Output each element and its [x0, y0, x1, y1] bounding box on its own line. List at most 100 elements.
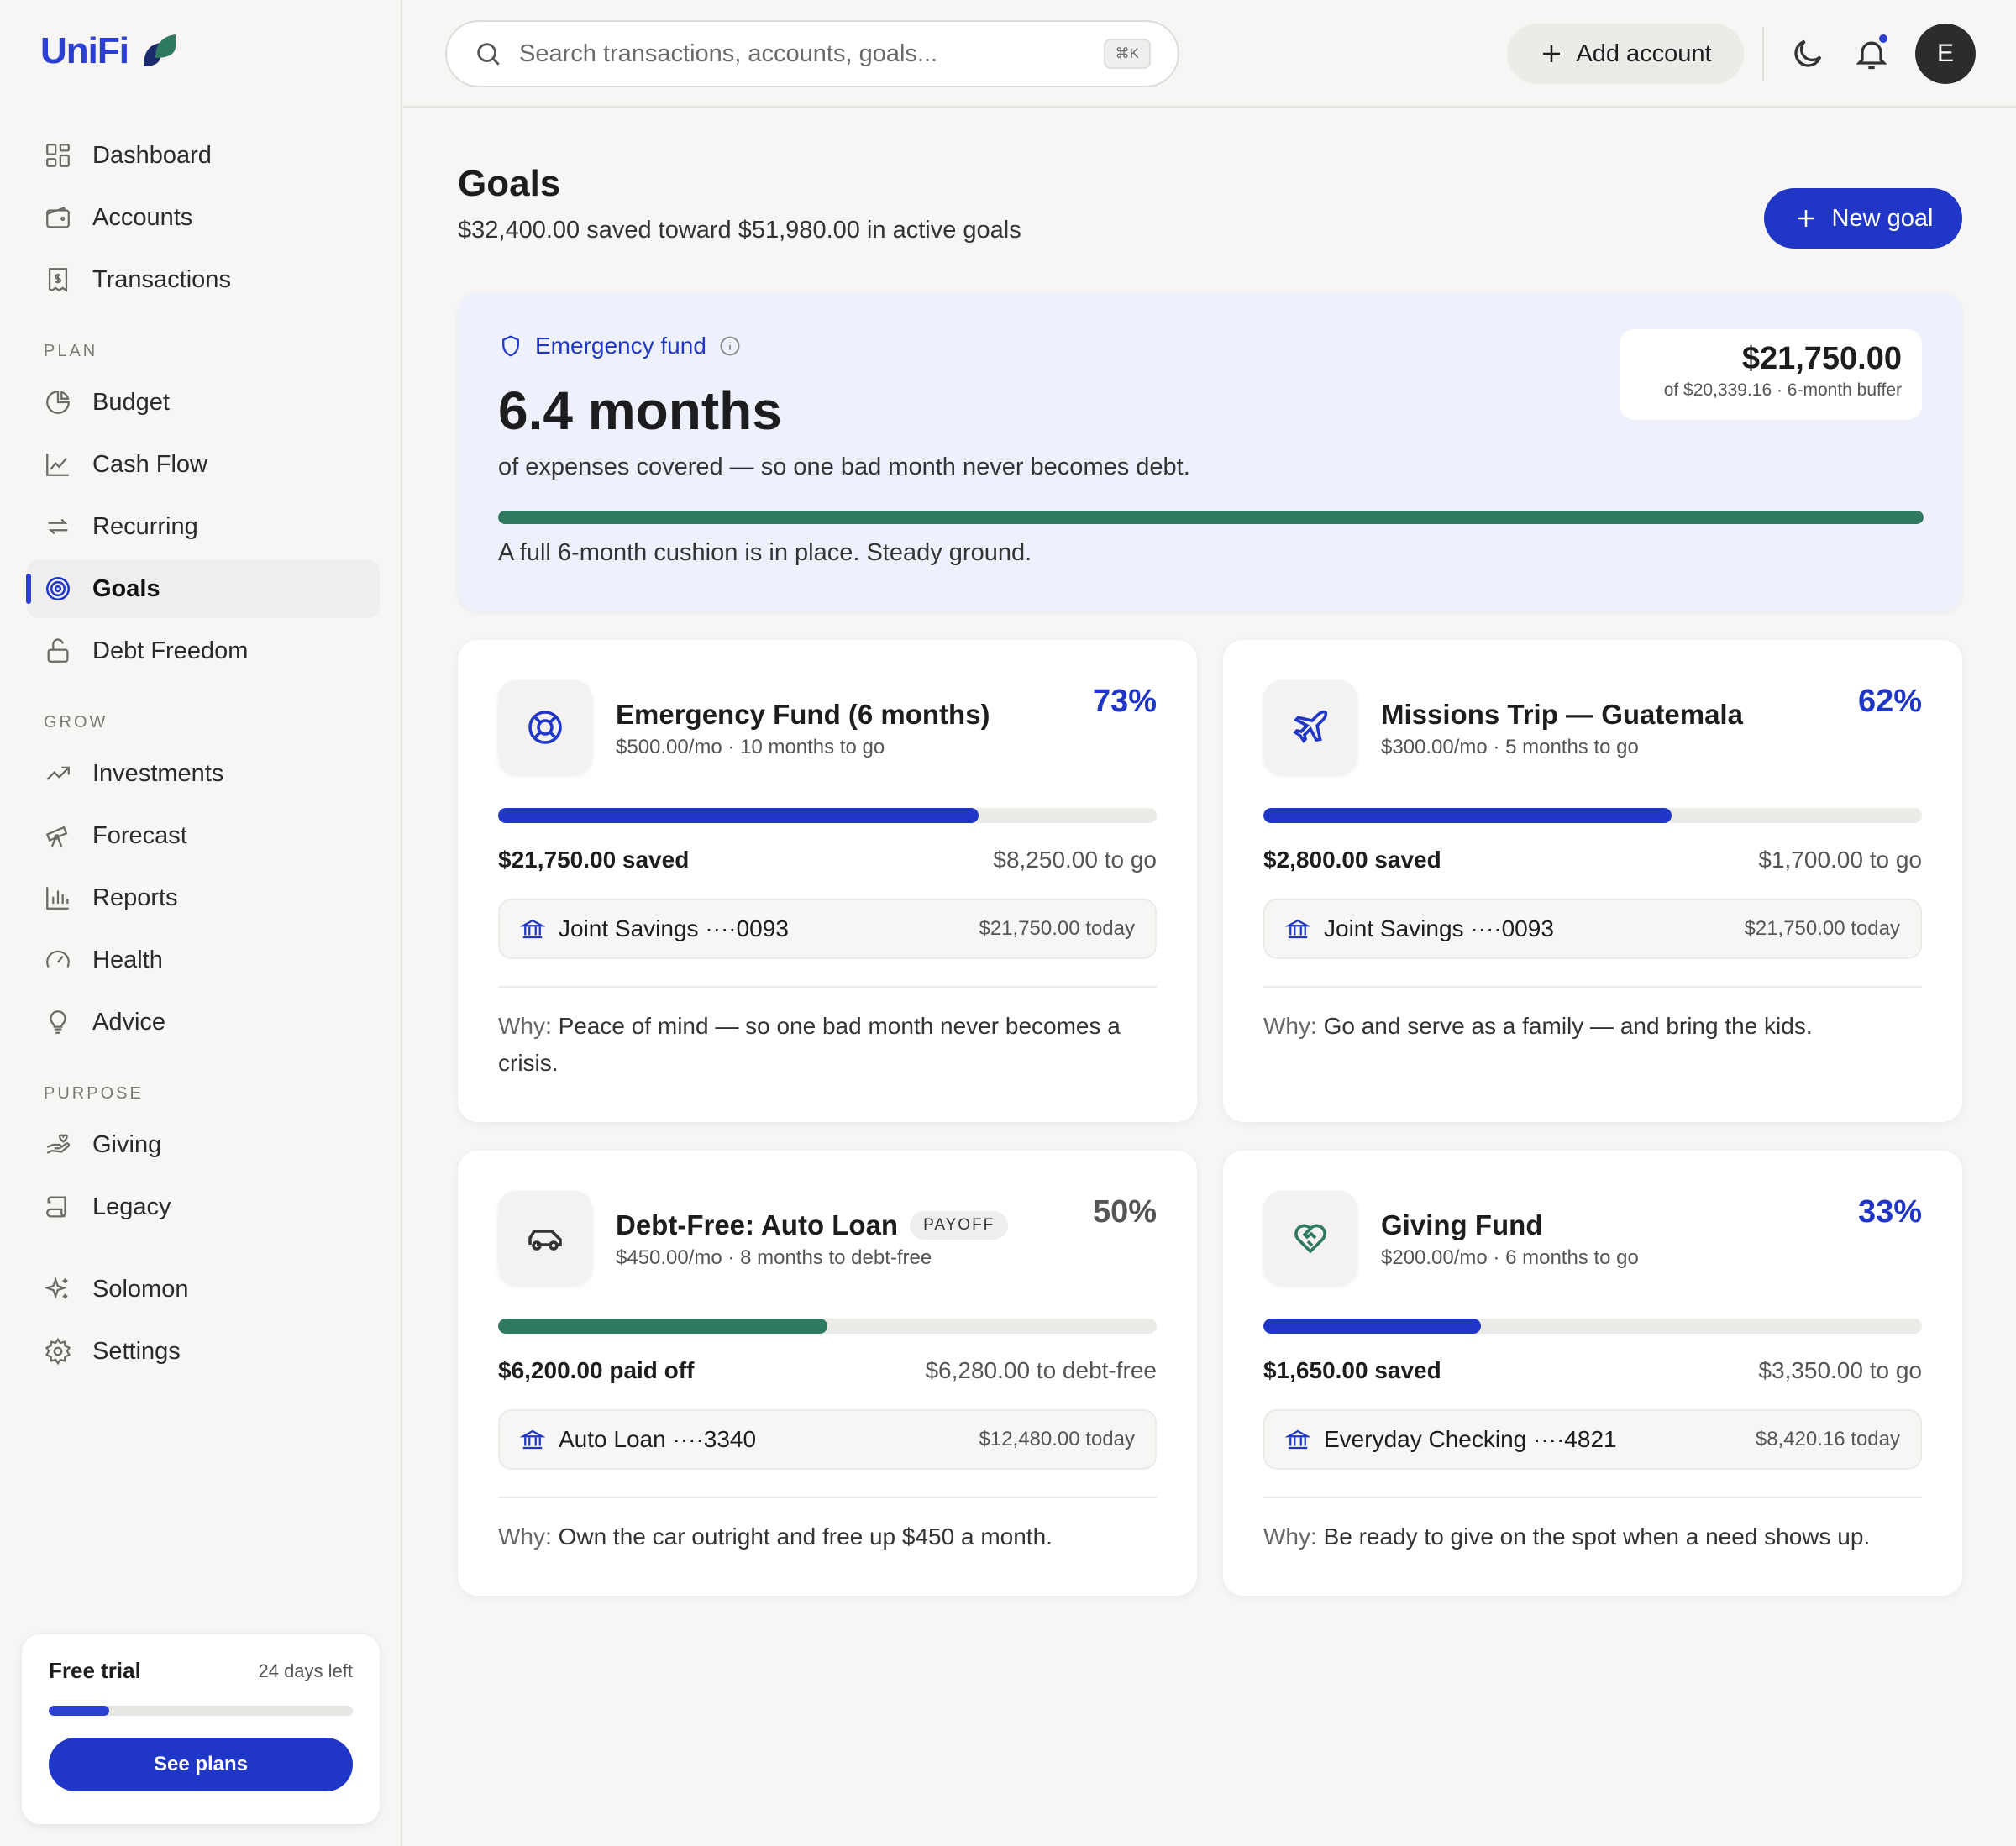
goal-to-go: $1,700.00 to go	[1758, 847, 1922, 873]
sidebar-item-health[interactable]: Health	[27, 931, 380, 989]
emergency-fund-summary: Emergency fund 6.4 months of expenses co…	[458, 292, 1962, 611]
topbar-divider	[1762, 27, 1764, 81]
bar-chart-icon	[46, 887, 69, 910]
sidebar-item-label: Giving	[92, 1130, 162, 1158]
emergency-amount: $21,750.00	[1741, 341, 1902, 376]
goal-linked-account[interactable]: Joint Savings ····0093 $21,750.00 today	[1263, 899, 1922, 959]
sidebar-item-label: Goals	[92, 574, 160, 602]
goal-card-emergency-fund[interactable]: Emergency Fund (6 months) $500.00/mo · 1…	[458, 640, 1197, 1122]
logo[interactable]: UniFi	[40, 30, 177, 72]
goal-percent: 73%	[1092, 684, 1157, 719]
goal-card-auto-loan[interactable]: Debt-Free: Auto Loan PAYOFF $450.00/mo · …	[458, 1151, 1197, 1596]
account-balance: $21,750.00 today	[979, 917, 1136, 940]
sidebar-item-goals[interactable]: Goals	[26, 559, 380, 618]
info-icon[interactable]	[718, 334, 742, 358]
sidebar-item-investments[interactable]: Investments	[27, 744, 380, 803]
line-chart-icon	[46, 454, 69, 476]
free-trial-card: Free trial 24 days left See plans	[22, 1634, 380, 1824]
goal-card-missions-trip[interactable]: Missions Trip — Guatemala $300.00/mo · 5…	[1223, 640, 1962, 1122]
goal-divider	[1263, 986, 1922, 988]
avatar[interactable]: E	[1915, 24, 1976, 84]
sidebar-item-recurring[interactable]: Recurring	[27, 497, 380, 556]
goal-progress-fill	[1263, 808, 1672, 823]
add-account-button[interactable]: Add account	[1507, 24, 1744, 84]
sidebar-item-reports[interactable]: Reports	[27, 868, 380, 927]
goal-to-go: $3,350.00 to go	[1758, 1357, 1922, 1383]
receipt-icon	[48, 268, 68, 292]
sidebar-item-label: Accounts	[92, 203, 193, 231]
trial-days-left: 24 days left	[258, 1660, 353, 1681]
add-account-label: Add account	[1576, 39, 1712, 67]
goal-divider	[498, 986, 1157, 988]
search-input[interactable]: Search transactions, accounts, goals... …	[445, 20, 1179, 87]
goal-icon-box	[498, 680, 592, 774]
account-name: Everyday Checking ····4821	[1324, 1426, 1617, 1452]
sidebar-item-label: Debt Freedom	[92, 637, 249, 664]
sidebar-item-accounts[interactable]: Accounts	[27, 188, 380, 247]
sidebar-item-label: Settings	[92, 1337, 181, 1365]
new-goal-button[interactable]: New goal	[1764, 188, 1962, 249]
goal-linked-account[interactable]: Joint Savings ····0093 $21,750.00 today	[498, 899, 1157, 959]
bank-icon	[520, 919, 545, 939]
hand-heart-icon	[46, 1134, 71, 1154]
unlock-icon	[47, 638, 69, 663]
goal-linked-account[interactable]: Auto Loan ····3340 $12,480.00 today	[498, 1409, 1157, 1470]
sidebar-item-giving[interactable]: Giving	[27, 1115, 380, 1174]
see-plans-button[interactable]: See plans	[49, 1738, 353, 1791]
page-title: Goals	[458, 163, 561, 204]
goal-subtitle: $500.00/mo · 10 months to go	[616, 736, 885, 758]
repeat-icon	[48, 518, 68, 535]
logo-text: UniFi	[40, 30, 129, 71]
trial-title: Free trial	[49, 1658, 141, 1683]
goal-why: Why: Own the car outright and free up $4…	[498, 1523, 1053, 1550]
sidebar-item-label: Advice	[92, 1008, 166, 1036]
sidebar-item-label: Solomon	[92, 1275, 189, 1303]
sidebar-item-legacy[interactable]: Legacy	[27, 1177, 380, 1236]
sidebar-item-label: Dashboard	[92, 141, 212, 169]
goal-divider	[1263, 1497, 1922, 1498]
sidebar-item-debt-freedom[interactable]: Debt Freedom	[27, 621, 380, 680]
sidebar-nav: Dashboard Accounts Transactions PLAN Bud…	[26, 126, 380, 1384]
account-balance: $12,480.00 today	[979, 1428, 1136, 1450]
sidebar-item-settings[interactable]: Settings	[27, 1322, 380, 1381]
wallet-icon	[46, 207, 70, 228]
trending-up-icon	[46, 766, 70, 780]
goal-percent: 62%	[1857, 684, 1922, 719]
heart-handshake-icon	[1294, 1224, 1326, 1254]
search-placeholder: Search transactions, accounts, goals...	[519, 39, 938, 67]
nav-section-purpose: PURPOSE	[44, 1084, 144, 1103]
goal-title: Emergency Fund (6 months)	[616, 699, 990, 730]
goal-card-giving-fund[interactable]: Giving Fund $200.00/mo · 6 months to go …	[1223, 1151, 1962, 1596]
nav-section-plan: PLAN	[44, 342, 98, 360]
goal-saved: $21,750.00 saved	[498, 847, 690, 873]
goal-subtitle: $450.00/mo · 8 months to debt-free	[616, 1246, 932, 1269]
sidebar-item-dashboard[interactable]: Dashboard	[27, 126, 380, 185]
sidebar-item-cash-flow[interactable]: Cash Flow	[27, 435, 380, 494]
bank-icon	[1285, 1429, 1310, 1450]
sidebar-item-label: Forecast	[92, 821, 187, 849]
sidebar-item-transactions[interactable]: Transactions	[27, 250, 380, 309]
emergency-amount-box: $21,750.00 of $20,339.16 · 6-month buffe…	[1620, 329, 1922, 420]
goal-progress-fill	[1263, 1319, 1481, 1334]
goal-saved: $1,650.00 saved	[1263, 1357, 1441, 1383]
search-shortcut: ⌘K	[1103, 39, 1151, 69]
goal-progress-bar	[498, 1319, 1157, 1334]
shield-icon	[502, 335, 519, 357]
grid-icon	[46, 144, 70, 167]
emergency-amount-sub: of $20,339.16 · 6-month buffer	[1663, 380, 1902, 400]
sidebar-item-budget[interactable]: Budget	[27, 373, 380, 432]
goal-icon-box	[498, 1191, 592, 1285]
goal-percent: 50%	[1092, 1194, 1157, 1230]
goal-saved: $2,800.00 saved	[1263, 847, 1441, 873]
goal-progress-bar	[1263, 808, 1922, 823]
moon-icon[interactable]	[1789, 35, 1826, 72]
sidebar-item-solomon[interactable]: Solomon	[27, 1260, 380, 1319]
sidebar-item-forecast[interactable]: Forecast	[27, 806, 380, 865]
sidebar-item-label: Budget	[92, 388, 170, 416]
sidebar-item-advice[interactable]: Advice	[27, 993, 380, 1051]
car-icon	[528, 1230, 562, 1251]
gauge-icon	[46, 950, 70, 968]
nav-section-grow: GROW	[44, 713, 108, 732]
new-goal-label: New goal	[1831, 204, 1934, 232]
goal-linked-account[interactable]: Everyday Checking ····4821 $8,420.16 tod…	[1263, 1409, 1922, 1470]
